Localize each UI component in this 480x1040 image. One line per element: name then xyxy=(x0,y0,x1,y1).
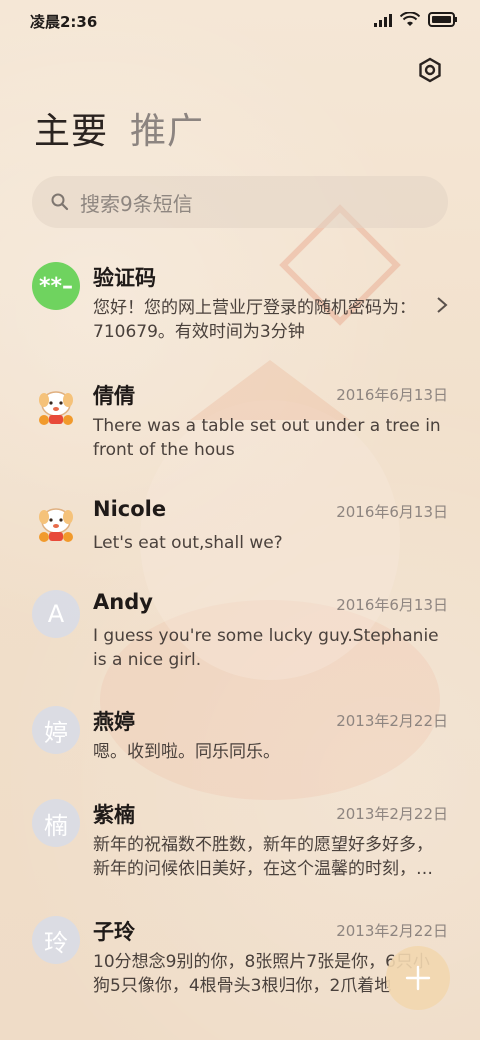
avatar xyxy=(32,499,80,547)
message-row[interactable]: A Andy 2016年6月13日 I guess you're some lu… xyxy=(0,590,480,690)
message-date: 2013年2月22日 xyxy=(336,805,448,823)
avatar xyxy=(32,382,80,430)
sender-name: Andy xyxy=(93,590,153,614)
message-preview: There was a table set out under a tree i… xyxy=(93,416,441,460)
message-row[interactable]: 楠 紫楠 2013年2月22日 新年的祝福数不胜数，新年的愿望好多好多，新年的问… xyxy=(0,799,480,899)
avatar: **– xyxy=(32,262,80,310)
status-time: 凌晨2:36 xyxy=(30,13,98,31)
sender-name: 倩倩 xyxy=(93,384,135,408)
search-icon xyxy=(51,193,69,211)
avatar-text: 玲 xyxy=(44,928,68,957)
search-placeholder: 搜索9条短信 xyxy=(80,191,193,216)
avatar-text: A xyxy=(47,600,65,628)
tab-primary[interactable]: 主要 xyxy=(34,108,108,156)
new-message-button[interactable] xyxy=(386,946,450,1010)
sender-name: 燕婷 xyxy=(93,710,135,734)
message-preview: 嗯。收到啦。同乐同乐。 xyxy=(93,742,280,762)
avatar: 玲 xyxy=(32,916,80,964)
battery-icon xyxy=(428,12,457,27)
avatar: 婷 xyxy=(32,706,80,754)
message-preview: I guess you're some lucky guy.Stephanie … xyxy=(93,626,439,670)
message-date: 2016年6月13日 xyxy=(336,596,448,614)
message-date: 2013年2月22日 xyxy=(336,712,448,730)
sender-name: Nicole xyxy=(93,497,167,521)
sender-name: 紫楠 xyxy=(93,803,135,827)
sender-name: 验证码 xyxy=(93,266,156,290)
message-preview: Let's eat out,shall we? xyxy=(93,533,283,553)
avatar-text: **– xyxy=(38,273,73,299)
avatar-text: 楠 xyxy=(44,811,68,840)
tab-promotions[interactable]: 推广 xyxy=(130,108,204,156)
message-preview: 您好！您的网上营业厅登录的随机密码为：710679。有效时间为3分钟 xyxy=(93,298,416,342)
signal-icon xyxy=(374,13,392,27)
avatar: 楠 xyxy=(32,799,80,847)
category-tabs: 主要 推广 xyxy=(34,108,204,156)
message-row[interactable]: 倩倩 2016年6月13日 There was a table set out … xyxy=(0,380,480,480)
chevron-right-icon xyxy=(437,297,448,313)
sheep-mascot-icon xyxy=(39,391,73,425)
wifi-icon xyxy=(400,12,420,26)
sender-name: 子玲 xyxy=(93,920,135,944)
message-row[interactable]: **– 验证码 您好！您的网上营业厅登录的随机密码为：710679。有效时间为3… xyxy=(0,262,480,362)
message-row[interactable]: Nicole 2016年6月13日 Let's eat out,shall we… xyxy=(0,497,480,577)
message-date: 2016年6月13日 xyxy=(336,386,448,404)
message-date: 2016年6月13日 xyxy=(336,503,448,521)
sheep-mascot-icon xyxy=(39,508,73,542)
status-icons xyxy=(374,12,458,27)
status-bar: 凌晨2:36 xyxy=(0,0,480,40)
search-bar[interactable]: 搜索9条短信 xyxy=(32,176,448,228)
message-preview: 新年的祝福数不胜数，新年的愿望好多好多，新年的问候依旧美好，在这个温馨的时刻，… xyxy=(93,835,433,879)
avatar: A xyxy=(32,590,80,638)
settings-gear-icon[interactable] xyxy=(416,56,444,84)
message-date: 2013年2月22日 xyxy=(336,922,448,940)
message-row[interactable]: 婷 燕婷 2013年2月22日 嗯。收到啦。同乐同乐。 xyxy=(0,706,480,786)
plus-icon xyxy=(405,965,431,991)
avatar-text: 婷 xyxy=(44,718,68,747)
